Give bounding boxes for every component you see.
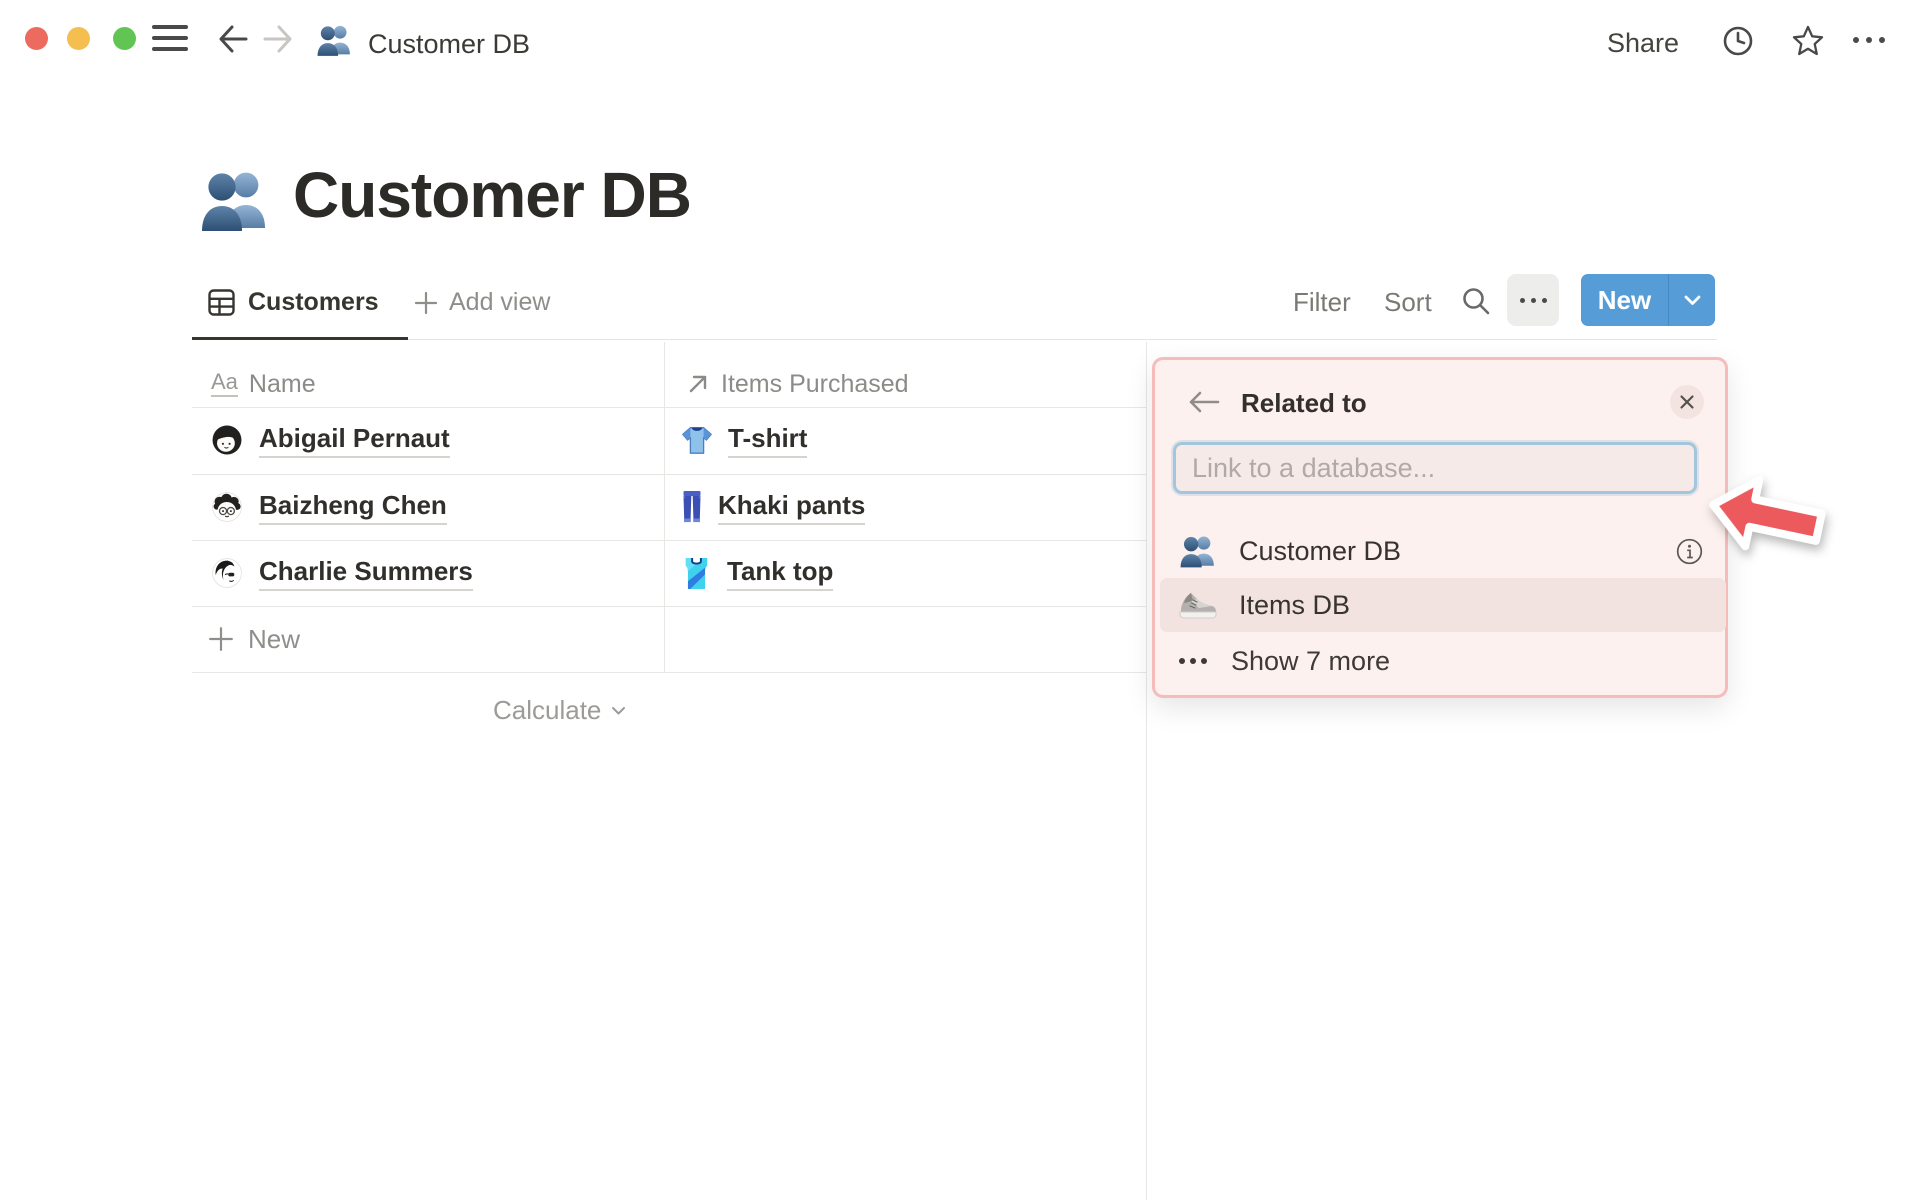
people-icon <box>1180 536 1214 568</box>
window-zoom-button[interactable] <box>113 27 136 50</box>
table-row-cell-item[interactable]: T-shirt <box>680 407 808 473</box>
forward-arrow-icon[interactable] <box>261 22 295 56</box>
new-dropdown-button[interactable] <box>1669 274 1715 326</box>
window-minimize-button[interactable] <box>67 27 90 50</box>
table-row-cell-item[interactable]: Khaki pants <box>680 474 866 540</box>
sidebar-menu-icon[interactable] <box>152 25 188 51</box>
popup-option-customer-db[interactable]: Customer DB <box>1160 524 1726 578</box>
tshirt-icon <box>682 427 712 454</box>
jeans-icon <box>683 491 701 523</box>
new-row-label: New <box>248 623 301 654</box>
column-items-label: Items Purchased <box>721 369 909 398</box>
view-options-button[interactable] <box>1507 274 1559 326</box>
tanktop-icon <box>685 557 708 589</box>
column-name-label: Name <box>248 369 316 398</box>
calculate-button[interactable]: Calculate <box>493 695 626 726</box>
row-item-link[interactable]: Khaki pants <box>718 490 866 525</box>
tab-customers[interactable]: Customers <box>208 288 379 317</box>
chevron-down-icon <box>1684 295 1700 305</box>
avatar-man-glasses <box>212 492 242 522</box>
more-options-icon[interactable] <box>1853 37 1885 43</box>
active-tab-underline <box>192 337 408 340</box>
new-button[interactable]: New <box>1581 274 1668 326</box>
plus-icon <box>209 627 233 651</box>
link-database-input[interactable] <box>1176 445 1694 491</box>
table-row-cell-name[interactable]: Baizheng Chen <box>212 474 447 540</box>
link-database-searchbox <box>1173 442 1697 494</box>
popup-show-more[interactable]: Show 7 more <box>1160 634 1726 688</box>
people-icon <box>317 25 350 56</box>
show-more-label: Show 7 more <box>1231 645 1391 676</box>
avatar-woman-bob <box>212 425 242 455</box>
favorite-star-icon[interactable] <box>1791 24 1825 58</box>
related-to-popup: Related to Customer DB <box>1152 357 1728 698</box>
sort-button[interactable]: Sort <box>1384 287 1432 318</box>
table-row-cell-name[interactable]: Charlie Summers <box>212 540 473 606</box>
notion-window: Customer DB Share Customer DB Customers … <box>0 0 1920 1200</box>
calculate-label: Calculate <box>493 695 602 725</box>
table-view-icon <box>208 289 235 316</box>
ellipsis-icon <box>1179 658 1207 664</box>
column-divider <box>664 342 665 672</box>
table-right-border <box>1146 342 1147 1200</box>
back-arrow-icon[interactable] <box>216 22 250 56</box>
popup-title: Related to <box>1241 388 1367 418</box>
table-row-cell-name[interactable]: Abigail Pernaut <box>212 407 450 473</box>
breadcrumb[interactable]: Customer DB <box>368 29 530 60</box>
add-view-button[interactable]: Add view <box>414 288 550 317</box>
row-name-link[interactable]: Abigail Pernaut <box>259 423 450 458</box>
text-property-icon: Aa <box>211 371 238 397</box>
popup-back-icon[interactable] <box>1188 391 1220 413</box>
share-button[interactable]: Share <box>1607 28 1679 59</box>
row-name-link[interactable]: Charlie Summers <box>259 556 473 591</box>
plus-icon <box>414 291 438 314</box>
sneaker-icon <box>1179 593 1217 619</box>
column-header-items-purchased[interactable]: Items Purchased <box>686 361 909 407</box>
tab-customers-label: Customers <box>248 288 379 316</box>
popup-close-button[interactable] <box>1670 385 1704 419</box>
page-icon-people[interactable] <box>199 165 271 235</box>
page-title[interactable]: Customer DB <box>293 158 692 232</box>
new-row-button[interactable]: New <box>208 607 300 671</box>
avatar-person-shades <box>212 558 242 588</box>
popup-option-items-db[interactable]: Items DB <box>1160 578 1726 632</box>
row-item-link[interactable]: Tank top <box>727 556 834 591</box>
close-icon <box>1680 395 1694 409</box>
popup-option-label: Customer DB <box>1239 535 1402 566</box>
updates-clock-icon[interactable] <box>1722 25 1754 57</box>
row-item-link[interactable]: T-shirt <box>728 423 808 458</box>
filter-button[interactable]: Filter <box>1293 287 1351 318</box>
new-button-group: New <box>1581 274 1715 326</box>
popup-option-label: Items DB <box>1239 589 1351 620</box>
add-view-label: Add view <box>449 288 551 316</box>
toolbar-divider <box>192 339 1717 340</box>
row-divider <box>192 672 1146 673</box>
row-name-link[interactable]: Baizheng Chen <box>259 490 447 525</box>
search-icon[interactable] <box>1461 286 1491 316</box>
relation-arrow-icon <box>689 375 707 393</box>
table-row-cell-item[interactable]: Tank top <box>680 540 834 606</box>
column-header-name[interactable]: Aa Name <box>211 361 316 407</box>
chevron-down-icon <box>612 706 626 714</box>
row-divider <box>192 606 1146 607</box>
window-close-button[interactable] <box>25 27 48 50</box>
